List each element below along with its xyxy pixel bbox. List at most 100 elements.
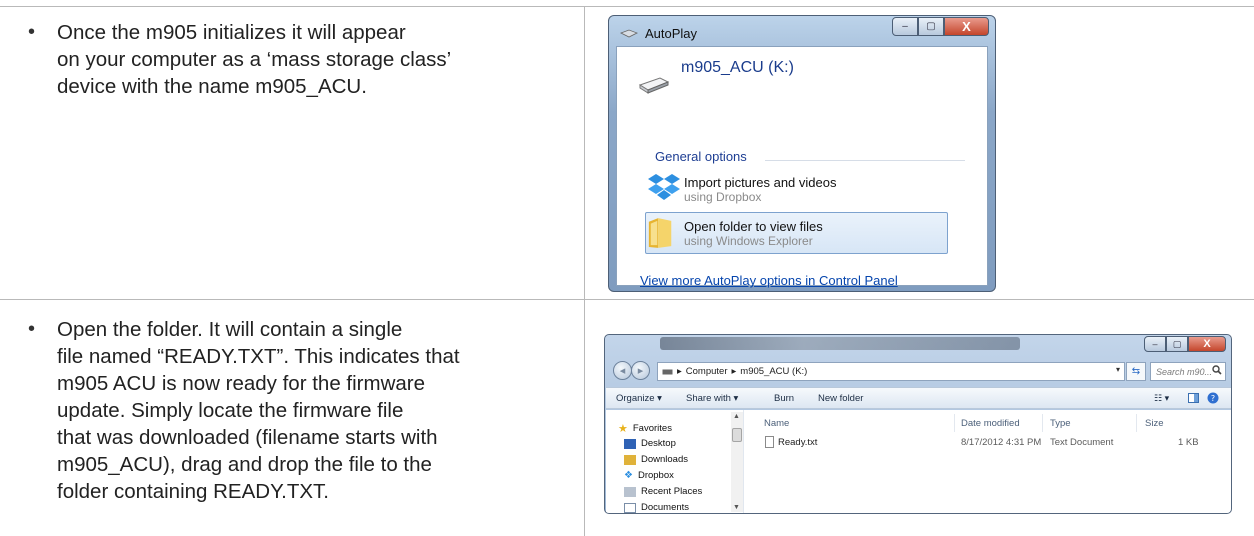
step-line: m905_ACU), drag and drop the file to the: [57, 453, 432, 476]
step-line: Once the m905 initializes it will appear: [57, 21, 406, 44]
column-divider: [1042, 414, 1043, 432]
step-line: folder containing READY.TXT.: [57, 480, 329, 503]
close-button[interactable]: X: [944, 17, 989, 36]
option-title: Open folder to view files: [684, 219, 823, 234]
explorer-window: – ▢ X ◂ ▸ ▸ Computer ▸ m905_ACU (K:) ▾ ⇆…: [604, 334, 1232, 514]
sidebar-item-label: Recent Places: [641, 486, 703, 497]
view-options-icon[interactable]: ☷ ▾: [1154, 393, 1169, 404]
window-title: AutoPlay: [645, 26, 698, 41]
control-panel-link[interactable]: View more AutoPlay options in Control Pa…: [640, 273, 898, 288]
documents-icon: [624, 502, 636, 513]
breadcrumb-separator: ▸: [731, 366, 737, 377]
scrollbar-thumb[interactable]: [732, 428, 742, 442]
search-icon: [1212, 365, 1222, 375]
command-bar: Organize ▾ Share with ▾ Burn New folder …: [606, 387, 1231, 409]
column-header-type[interactable]: Type: [1050, 418, 1071, 429]
general-options-heading: General options: [655, 149, 747, 164]
bullet: •: [28, 318, 36, 340]
sidebar-item-label: Downloads: [641, 454, 688, 465]
window-controls: – ▢ X: [892, 17, 989, 37]
background-tabs: [660, 337, 1020, 350]
option-title: Import pictures and videos: [684, 175, 837, 190]
sidebar-item-label: Documents: [641, 502, 690, 513]
drive-name: m905_ACU (K:): [681, 59, 794, 76]
star-icon: ★: [618, 423, 628, 435]
step-line: file named “READY.TXT”. This indicates t…: [57, 345, 460, 368]
address-dropdown-icon[interactable]: ▾: [1116, 365, 1120, 374]
text-file-icon: [765, 436, 774, 448]
sidebar-item-label: Favorites: [632, 423, 672, 434]
sidebar-item-recent-places[interactable]: Recent Places: [624, 486, 702, 497]
scroll-down-icon[interactable]: ▼: [733, 504, 740, 511]
column-divider: [1136, 414, 1137, 432]
navigation-buttons: ◂ ▸: [613, 361, 653, 381]
step-line: device with the name m905_ACU.: [57, 75, 367, 98]
file-size: 1 KB: [1178, 437, 1199, 448]
search-input[interactable]: Search m90...: [1150, 362, 1226, 381]
step-line: update. Simply locate the firmware file: [57, 399, 404, 422]
minimize-button[interactable]: –: [892, 17, 918, 36]
minimize-button[interactable]: –: [1144, 336, 1166, 352]
organize-menu[interactable]: Organize ▾: [616, 393, 662, 404]
table-top-border: [0, 6, 1254, 7]
step-1-text: • Once the m905 initializes it will appe…: [28, 19, 451, 100]
refresh-button[interactable]: ⇆: [1126, 362, 1146, 381]
share-with-menu[interactable]: Share with ▾: [686, 393, 738, 404]
preview-pane-icon[interactable]: [1188, 393, 1199, 403]
navigation-pane: ★ Favorites Desktop Downloads ❖ Dropbox …: [606, 410, 744, 513]
step-line: Open the folder. It will contain a singl…: [57, 318, 403, 341]
sidebar-item-desktop[interactable]: Desktop: [624, 438, 676, 449]
desktop-icon: [624, 438, 636, 449]
window-controls: – ▢ X: [1144, 336, 1226, 353]
step-line: that was downloaded (filename starts wit…: [57, 426, 438, 449]
autoplay-body: m905_ACU (K:) General options Import pic…: [616, 46, 988, 288]
help-icon[interactable]: ?: [1207, 392, 1219, 404]
breadcrumb-computer[interactable]: Computer: [686, 366, 728, 377]
drive-icon: [662, 369, 673, 374]
file-type: Text Document: [1050, 437, 1114, 448]
column-header-date[interactable]: Date modified: [961, 418, 1020, 429]
forward-button[interactable]: ▸: [631, 361, 650, 380]
step-line: m905 ACU is now ready for the firmware: [57, 372, 425, 395]
removable-drive-icon: [638, 77, 670, 94]
sidebar-scrollbar[interactable]: ▲ ▼: [731, 412, 743, 512]
column-divider: [954, 414, 955, 432]
divider: [765, 160, 965, 161]
table-column-divider: [584, 6, 585, 536]
new-folder-button[interactable]: New folder: [818, 393, 863, 404]
back-button[interactable]: ◂: [613, 361, 632, 380]
step-2-text: • Open the folder. It will contain a sin…: [28, 316, 460, 505]
option-subtitle: using Windows Explorer: [684, 234, 813, 248]
burn-button[interactable]: Burn: [774, 393, 794, 404]
sidebar-item-favorites[interactable]: ★ Favorites: [618, 422, 672, 435]
recent-places-icon: [624, 486, 636, 497]
file-name: Ready.txt: [778, 437, 818, 448]
breadcrumb-separator: ▸: [677, 366, 682, 377]
svg-text:?: ?: [1211, 394, 1215, 403]
dropbox-icon: ❖: [624, 470, 633, 481]
option-subtitle: using Dropbox: [684, 190, 762, 204]
sidebar-item-label: Dropbox: [637, 470, 674, 481]
column-header-name[interactable]: Name: [764, 418, 789, 429]
breadcrumb-drive[interactable]: m905_ACU (K:): [740, 366, 807, 377]
bullet: •: [28, 21, 36, 43]
drive-icon: [620, 29, 638, 38]
column-header-size[interactable]: Size: [1145, 418, 1163, 429]
maximize-button[interactable]: ▢: [1166, 336, 1188, 352]
autoplay-window: AutoPlay – ▢ X m905_ACU (K:) General opt…: [608, 15, 996, 292]
sidebar-item-downloads[interactable]: Downloads: [624, 454, 688, 465]
scroll-up-icon[interactable]: ▲: [733, 413, 740, 420]
table-row-divider: [0, 299, 1254, 300]
address-bar[interactable]: ▸ Computer ▸ m905_ACU (K:) ▾: [657, 362, 1125, 381]
downloads-icon: [624, 454, 636, 465]
sidebar-item-label: Desktop: [641, 438, 676, 449]
folder-icon: [648, 218, 672, 248]
step-line: on your computer as a ‘mass storage clas…: [57, 48, 452, 71]
sidebar-item-documents[interactable]: Documents: [624, 502, 689, 513]
close-button[interactable]: X: [1188, 336, 1226, 352]
maximize-button[interactable]: ▢: [918, 17, 944, 36]
step-2-paragraph: Open the folder. It will contain a singl…: [57, 316, 460, 505]
explorer-content: ★ Favorites Desktop Downloads ❖ Dropbox …: [606, 410, 1231, 513]
search-placeholder: Search m90...: [1156, 366, 1213, 377]
sidebar-item-dropbox[interactable]: ❖ Dropbox: [624, 470, 674, 481]
